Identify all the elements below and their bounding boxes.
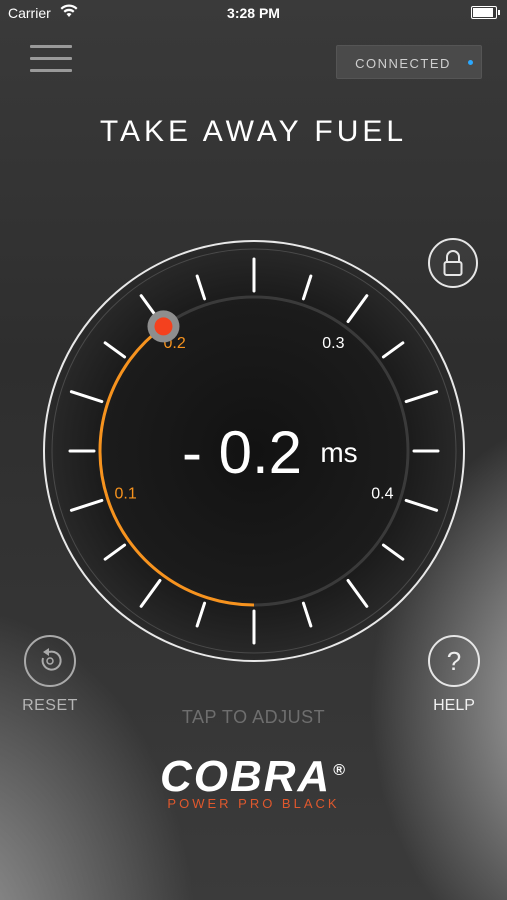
dial-unit: ms	[320, 437, 357, 468]
brand-reg-mark: ®	[333, 762, 348, 779]
reset-button[interactable]	[24, 635, 76, 687]
reset-icon	[41, 648, 62, 671]
dial-value: - 0.2	[182, 419, 302, 486]
brand-logo: COBRA ®	[0, 752, 507, 802]
help-button[interactable]: ?	[428, 635, 480, 687]
dial-knob[interactable]	[154, 317, 173, 336]
tap-to-adjust-hint[interactable]: TAP TO ADJUST	[0, 707, 507, 728]
dial-tick-label: 0.4	[371, 486, 393, 503]
dial-tick-label: 0.3	[322, 335, 344, 352]
brand-name: COBRA	[159, 752, 332, 801]
brand-product-name: POWER PRO BLACK	[167, 796, 340, 811]
dial-tick-label: 0.1	[114, 486, 136, 503]
